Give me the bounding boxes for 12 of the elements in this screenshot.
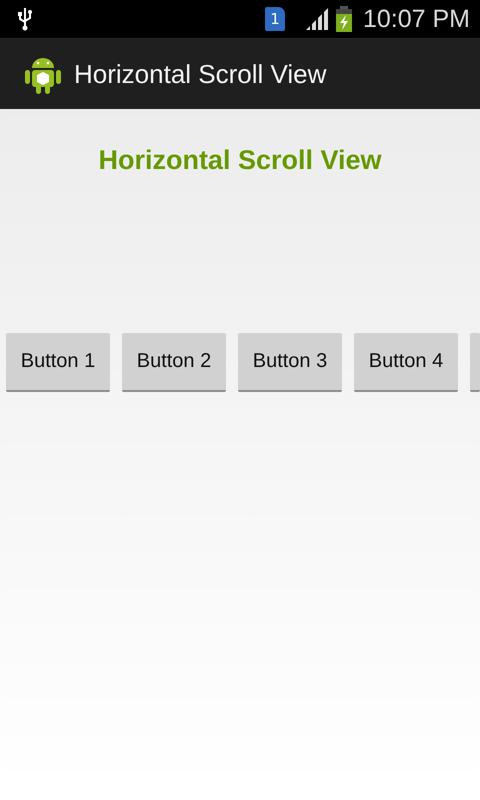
button[interactable]: Button 4 xyxy=(354,333,458,392)
notification-badge: 1 xyxy=(264,7,285,31)
button[interactable]: Button 1 xyxy=(6,333,110,392)
button[interactable]: Button 2 xyxy=(122,333,226,392)
app-title: Horizontal Scroll View xyxy=(74,58,326,90)
button[interactable]: Button 3 xyxy=(238,333,342,392)
heading: Horizontal Scroll View xyxy=(98,145,382,176)
usb-icon xyxy=(16,7,34,31)
signal-icon xyxy=(304,7,329,31)
clock-time: 10:07 PM xyxy=(362,4,470,34)
partial-button[interactable] xyxy=(470,333,480,392)
battery-icon xyxy=(334,6,353,32)
